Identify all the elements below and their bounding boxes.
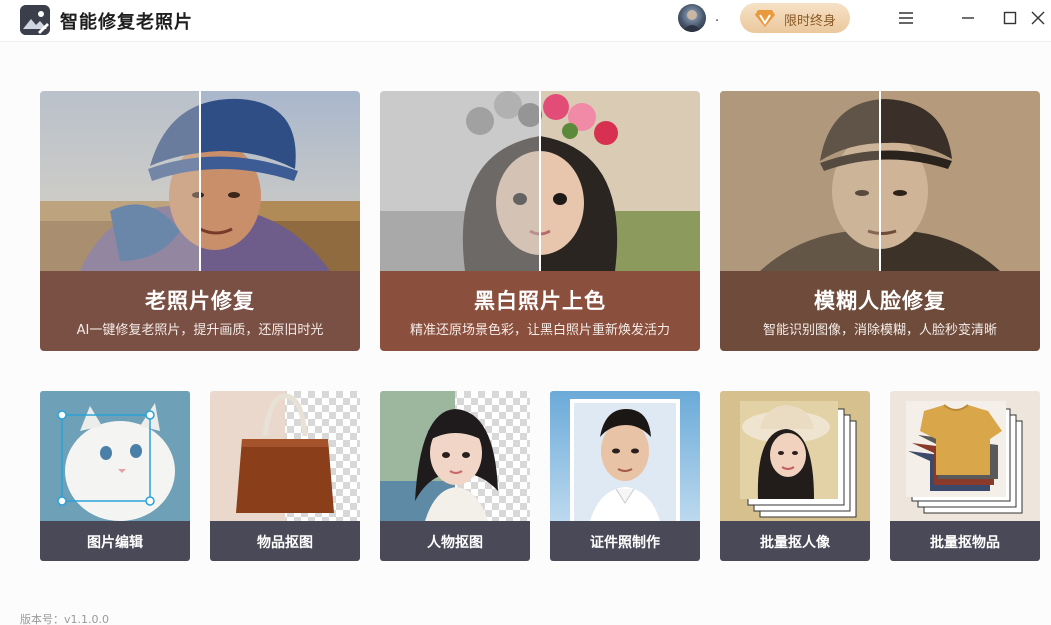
tool-card-batch-object-cutout[interactable]: 批量抠物品: [890, 391, 1040, 561]
tool-card-object-cutout[interactable]: 物品抠图: [210, 391, 360, 561]
tool-band: 证件照制作: [550, 521, 700, 561]
batch-portrait-image: [720, 391, 870, 521]
feature-band: 模糊人脸修复 智能识别图像，消除模糊，人脸秒变清晰: [720, 271, 1040, 351]
minimize-button[interactable]: [953, 4, 983, 32]
tool-band: 图片编辑: [40, 521, 190, 561]
girl-colorize-comparison-image: [380, 91, 700, 271]
minimize-icon: [962, 17, 974, 19]
tool-card-person-cutout[interactable]: 人物抠图: [380, 391, 530, 561]
tool-label: 批量抠物品: [930, 535, 1000, 551]
tool-band: 批量抠物品: [890, 521, 1040, 561]
man-portrait-comparison-image: [720, 91, 1040, 271]
user-avatar[interactable]: [678, 4, 706, 32]
vip-upgrade-button[interactable]: 限时终身: [740, 3, 850, 33]
maximize-button[interactable]: [995, 4, 1025, 32]
feature-card-colorize[interactable]: 黑白照片上色 精准还原场景色彩，让黑白照片重新焕发活力: [380, 91, 700, 351]
tool-label: 图片编辑: [87, 535, 143, 551]
feature-band: 黑白照片上色 精准还原场景色彩，让黑白照片重新焕发活力: [380, 271, 700, 351]
app-logo-icon: [20, 5, 50, 35]
feature-title: 老照片修复: [145, 289, 255, 313]
handbag-cutout-image: [210, 391, 360, 521]
menu-icon: [899, 12, 913, 24]
maximize-icon: [1003, 11, 1017, 25]
title-bar: 智能修复老照片 . 限时终身: [0, 0, 1051, 42]
tool-label: 证件照制作: [590, 535, 660, 551]
app-title: 智能修复老照片: [60, 12, 193, 33]
feature-description: AI一键修复老照片，提升画质，还原旧时光: [76, 323, 324, 338]
menu-button[interactable]: [891, 4, 921, 32]
id-photo-image: [550, 391, 700, 521]
tool-label: 人物抠图: [427, 535, 483, 551]
feature-description: 智能识别图像，消除模糊，人脸秒变清晰: [762, 323, 997, 338]
tool-band: 批量抠人像: [720, 521, 870, 561]
feature-card-face-enhance[interactable]: 模糊人脸修复 智能识别图像，消除模糊，人脸秒变清晰: [720, 91, 1040, 351]
cat-crop-image: [40, 391, 190, 521]
feature-title: 模糊人脸修复: [814, 289, 946, 313]
girl-cutout-image: [380, 391, 530, 521]
close-icon: [1031, 11, 1045, 25]
tool-band: 人物抠图: [380, 521, 530, 561]
tool-card-id-photo[interactable]: 证件照制作: [550, 391, 700, 561]
tool-label: 物品抠图: [257, 535, 313, 551]
tool-card-image-edit[interactable]: 图片编辑: [40, 391, 190, 561]
tool-card-batch-person-cutout[interactable]: 批量抠人像: [720, 391, 870, 561]
vip-label: 限时终身: [784, 14, 837, 29]
tool-band: 物品抠图: [210, 521, 360, 561]
diamond-icon: [755, 10, 775, 27]
old-woman-comparison-image: [40, 91, 360, 271]
feature-title: 黑白照片上色: [474, 289, 606, 313]
feature-band: 老照片修复 AI一键修复老照片，提升画质，还原旧时光: [40, 271, 360, 351]
batch-tshirt-image: [890, 391, 1040, 521]
close-button[interactable]: [1023, 4, 1051, 32]
username[interactable]: .: [715, 10, 719, 25]
feature-card-old-photo-restore[interactable]: 老照片修复 AI一键修复老照片，提升画质，还原旧时光: [40, 91, 360, 351]
version-label: 版本号：v1.1.0.0: [20, 613, 109, 625]
feature-description: 精准还原场景色彩，让黑白照片重新焕发活力: [409, 323, 670, 338]
tool-label: 批量抠人像: [760, 535, 830, 551]
